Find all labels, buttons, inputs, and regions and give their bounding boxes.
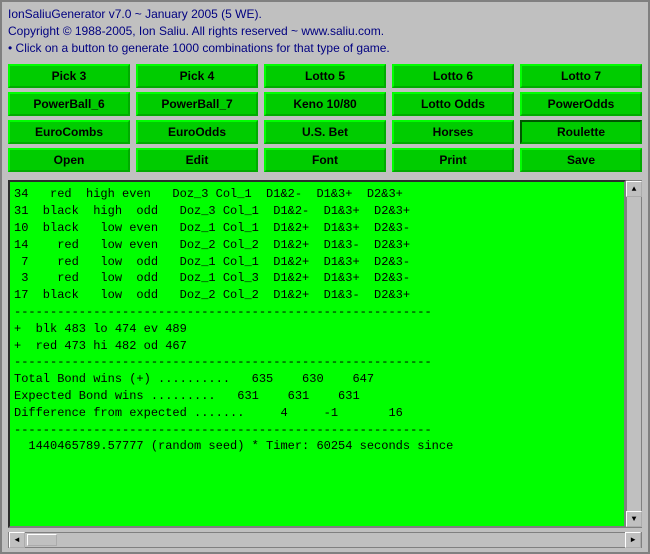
button-row-3: EuroCombs EuroOdds U.S. Bet Horses Roule… xyxy=(8,120,642,144)
print-button[interactable]: Print xyxy=(392,148,514,172)
lotto7-button[interactable]: Lotto 7 xyxy=(520,64,642,88)
lotto6-button[interactable]: Lotto 6 xyxy=(392,64,514,88)
header-line2: Copyright © 1988-2005, Ion Saliu. All ri… xyxy=(8,23,642,40)
open-button[interactable]: Open xyxy=(8,148,130,172)
button-row-4: Open Edit Font Print Save xyxy=(8,148,642,172)
font-button[interactable]: Font xyxy=(264,148,386,172)
horizontal-scrollbar[interactable]: ◄ ► xyxy=(8,532,642,548)
output-text[interactable]: 34 red high even Doz_3 Col_1 D1&2- D1&3+… xyxy=(8,180,626,528)
keno-button[interactable]: Keno 10/80 xyxy=(264,92,386,116)
scroll-up-button[interactable]: ▲ xyxy=(626,181,642,197)
horizontal-scroll-thumb[interactable] xyxy=(27,534,57,546)
horses-button[interactable]: Horses xyxy=(392,120,514,144)
header-section: IonSaliuGenerator v7.0 ~ January 2005 (5… xyxy=(2,2,648,60)
pick3-button[interactable]: Pick 3 xyxy=(8,64,130,88)
vertical-scrollbar[interactable]: ▲ ▼ xyxy=(626,180,642,528)
save-button[interactable]: Save xyxy=(520,148,642,172)
euroodds-button[interactable]: EuroOdds xyxy=(136,120,258,144)
powerball6-button[interactable]: PowerBall_6 xyxy=(8,92,130,116)
lottoodds-button[interactable]: Lotto Odds xyxy=(392,92,514,116)
powerodds-button[interactable]: PowerOdds xyxy=(520,92,642,116)
horizontal-scroll-track xyxy=(59,533,625,547)
output-wrapper: 34 red high even Doz_3 Col_1 D1&2- D1&3+… xyxy=(8,180,642,528)
header-line3: • Click on a button to generate 1000 com… xyxy=(8,40,642,57)
edit-button[interactable]: Edit xyxy=(136,148,258,172)
header-line1: IonSaliuGenerator v7.0 ~ January 2005 (5… xyxy=(8,6,642,23)
button-row-2: PowerBall_6 PowerBall_7 Keno 10/80 Lotto… xyxy=(8,92,642,116)
button-row-1: Pick 3 Pick 4 Lotto 5 Lotto 6 Lotto 7 xyxy=(8,64,642,88)
powerball7-button[interactable]: PowerBall_7 xyxy=(136,92,258,116)
scroll-track xyxy=(627,197,641,511)
eurocombs-button[interactable]: EuroCombs xyxy=(8,120,130,144)
scroll-left-button[interactable]: ◄ xyxy=(9,532,25,548)
button-panel: Pick 3 Pick 4 Lotto 5 Lotto 6 Lotto 7 Po… xyxy=(2,60,648,176)
main-window: IonSaliuGenerator v7.0 ~ January 2005 (5… xyxy=(0,0,650,554)
scroll-down-button[interactable]: ▼ xyxy=(626,511,642,527)
pick4-button[interactable]: Pick 4 xyxy=(136,64,258,88)
lotto5-button[interactable]: Lotto 5 xyxy=(264,64,386,88)
roulette-button[interactable]: Roulette xyxy=(520,120,642,144)
usbet-button[interactable]: U.S. Bet xyxy=(264,120,386,144)
scroll-right-button[interactable]: ► xyxy=(625,532,641,548)
